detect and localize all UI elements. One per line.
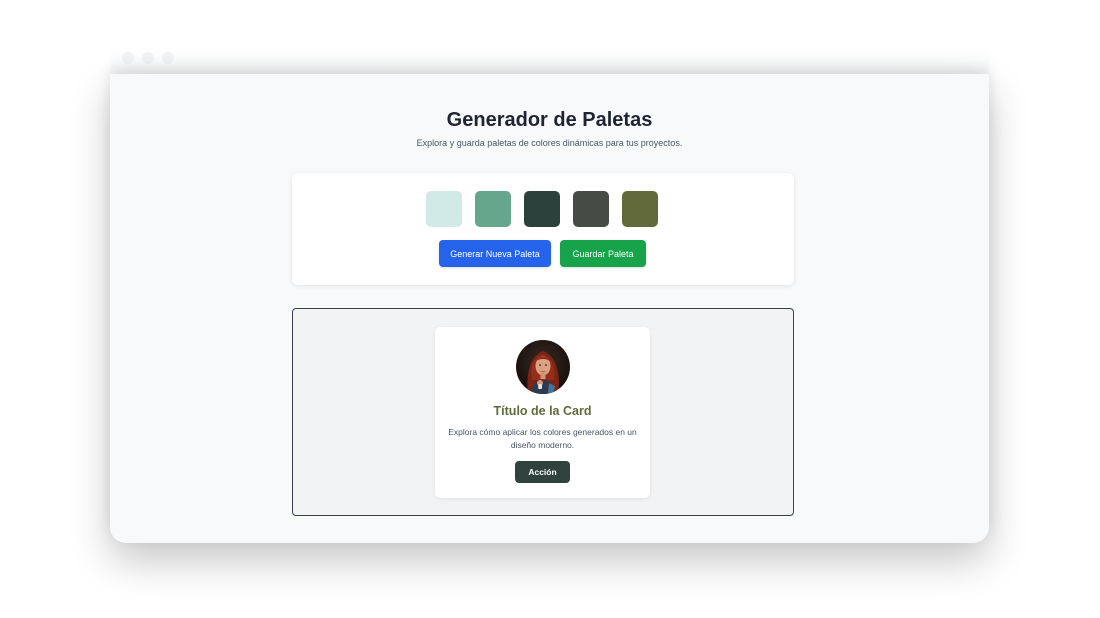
card-description: Explora cómo aplicar los colores generad… bbox=[448, 427, 637, 450]
window-minimize-dot[interactable] bbox=[142, 52, 154, 64]
generate-palette-button[interactable]: Generar Nueva Paleta bbox=[439, 240, 551, 267]
color-swatch-5[interactable] bbox=[622, 191, 658, 227]
app-window: Generador de Paletas Explora y guarda pa… bbox=[110, 74, 989, 543]
preview-area: Título de la Card Explora cómo aplicar l… bbox=[292, 308, 794, 516]
window-close-dot[interactable] bbox=[122, 52, 134, 64]
page-canvas: Generador de Paletas Explora y guarda pa… bbox=[0, 0, 1100, 618]
demo-card: Título de la Card Explora cómo aplicar l… bbox=[435, 327, 650, 498]
page-title: Generador de Paletas bbox=[446, 109, 653, 131]
save-palette-button[interactable]: Guardar Paleta bbox=[560, 240, 646, 267]
window-maximize-dot[interactable] bbox=[162, 52, 174, 64]
page-subtitle: Explora y guarda paletas de colores diná… bbox=[416, 138, 683, 148]
swatch-row bbox=[426, 191, 658, 227]
avatar bbox=[516, 340, 570, 394]
action-button[interactable]: Acción bbox=[515, 461, 570, 483]
color-swatch-2[interactable] bbox=[475, 191, 511, 227]
woman-portrait-icon bbox=[516, 340, 570, 394]
card-title: Título de la Card bbox=[493, 404, 592, 418]
color-swatch-3[interactable] bbox=[524, 191, 560, 227]
palette-card: Generar Nueva Paleta Guardar Paleta bbox=[292, 173, 794, 285]
color-swatch-1[interactable] bbox=[426, 191, 462, 227]
window-titlebar bbox=[110, 42, 989, 74]
color-swatch-4[interactable] bbox=[573, 191, 609, 227]
